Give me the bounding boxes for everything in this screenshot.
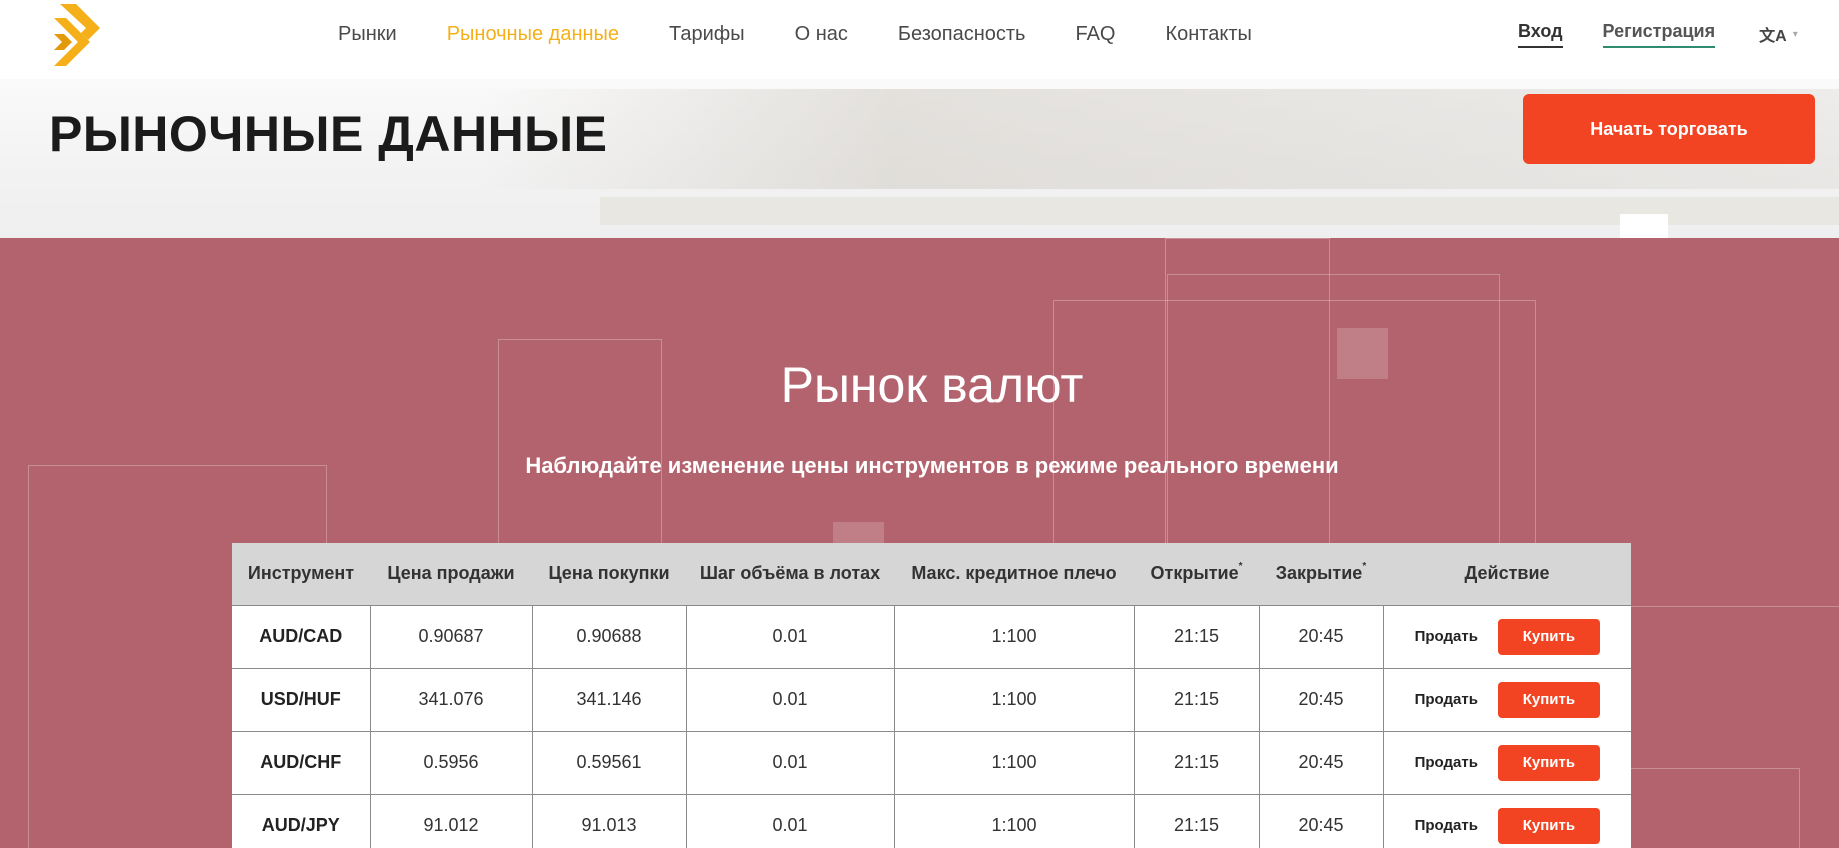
column-header-ask[interactable]: Цена покупки xyxy=(532,543,686,605)
decorative-frame xyxy=(1600,606,1839,848)
column-header-open-label: Открытие xyxy=(1150,563,1239,584)
ask-price-cell: 341.146 xyxy=(532,668,687,732)
auth-area: Вход Регистрация 文A ▾ xyxy=(1518,0,1798,68)
leverage-cell: 1:100 xyxy=(894,668,1135,732)
open-time-cell: 21:15 xyxy=(1134,731,1260,795)
column-header-instrument[interactable]: Инструмент xyxy=(232,543,370,605)
bid-price-cell: 91.012 xyxy=(370,794,533,848)
table-row: USD/HUF 341.076 341.146 0.01 1:100 21:15… xyxy=(232,668,1631,732)
sell-button[interactable]: Продать xyxy=(1415,691,1478,708)
register-link[interactable]: Регистрация xyxy=(1602,21,1716,48)
buy-button[interactable]: Купить xyxy=(1497,807,1600,844)
column-header-lot-step[interactable]: Шаг объёма в лотах xyxy=(686,543,894,605)
close-time-cell: 20:45 xyxy=(1259,794,1384,848)
column-header-leverage[interactable]: Макс. кредитное плечо xyxy=(894,543,1134,605)
column-header-open[interactable]: Открытие* xyxy=(1134,543,1259,605)
nav-link-contacts[interactable]: Контакты xyxy=(1165,23,1251,46)
main-nav: Рынки Рыночные данные Тарифы О нас Безоп… xyxy=(338,0,1252,68)
sell-button[interactable]: Продать xyxy=(1415,754,1478,771)
buy-button[interactable]: Купить xyxy=(1497,744,1600,781)
nav-link-markets[interactable]: Рынки xyxy=(338,23,397,46)
open-time-cell: 21:15 xyxy=(1134,794,1260,848)
page-title: РЫНОЧНЫЕ ДАННЫЕ xyxy=(49,106,608,162)
bid-price-cell: 0.90687 xyxy=(370,604,533,669)
action-cell: Продать Купить xyxy=(1383,604,1631,669)
lot-step-cell: 0.01 xyxy=(686,668,895,732)
table-row: AUD/JPY 91.012 91.013 0.01 1:100 21:15 2… xyxy=(232,794,1631,848)
translate-icon: 文A xyxy=(1759,28,1787,45)
lot-step-cell: 0.01 xyxy=(686,794,895,848)
nav-link-about[interactable]: О нас xyxy=(795,23,848,46)
close-time-cell: 20:45 xyxy=(1259,731,1384,795)
ask-price-cell: 0.59561 xyxy=(532,731,687,795)
buy-button[interactable]: Купить xyxy=(1497,681,1600,718)
market-data-table: Инструмент Цена продажи Цена покупки Шаг… xyxy=(232,543,1631,848)
instrument-cell: USD/HUF xyxy=(232,668,371,732)
hero-background-shape xyxy=(1620,214,1668,238)
nav-link-faq[interactable]: FAQ xyxy=(1075,23,1115,46)
action-cell: Продать Купить xyxy=(1383,794,1631,848)
login-link[interactable]: Вход xyxy=(1518,21,1563,48)
start-trading-button[interactable]: Начать торговать xyxy=(1523,94,1815,164)
close-time-cell: 20:45 xyxy=(1259,604,1384,669)
open-time-cell: 21:15 xyxy=(1134,604,1260,669)
close-time-cell: 20:45 xyxy=(1259,668,1384,732)
ask-price-cell: 0.90688 xyxy=(532,604,687,669)
footnote-mark: * xyxy=(1238,561,1243,573)
table-row: AUD/CHF 0.5956 0.59561 0.01 1:100 21:15 … xyxy=(232,731,1631,795)
nav-link-security[interactable]: Безопасность xyxy=(898,23,1026,46)
action-cell: Продать Купить xyxy=(1383,731,1631,795)
lot-step-cell: 0.01 xyxy=(686,731,895,795)
open-time-cell: 21:15 xyxy=(1134,668,1260,732)
leverage-cell: 1:100 xyxy=(894,731,1135,795)
nav-link-market-data[interactable]: Рыночные данные xyxy=(447,23,619,46)
currency-market-section: Рынок валют Наблюдайте изменение цены ин… xyxy=(0,238,1839,848)
leverage-cell: 1:100 xyxy=(894,794,1135,848)
column-header-close[interactable]: Закрытие* xyxy=(1259,543,1383,605)
leverage-cell: 1:100 xyxy=(894,604,1135,669)
language-switcher[interactable]: 文A ▾ xyxy=(1759,22,1798,46)
table-header-row: Инструмент Цена продажи Цена покупки Шаг… xyxy=(232,543,1631,605)
instrument-cell: AUD/CHF xyxy=(232,731,371,795)
lot-step-cell: 0.01 xyxy=(686,604,895,669)
instrument-cell: AUD/CAD xyxy=(232,604,371,669)
top-navbar: Рынки Рыночные данные Тарифы О нас Безоп… xyxy=(0,0,1839,79)
ask-price-cell: 91.013 xyxy=(532,794,687,848)
chevron-down-icon: ▾ xyxy=(1792,28,1798,40)
sell-button[interactable]: Продать xyxy=(1415,817,1478,834)
action-cell: Продать Купить xyxy=(1383,668,1631,732)
section-title: Рынок валют xyxy=(780,357,1084,413)
logo-icon[interactable] xyxy=(50,4,108,66)
column-header-action: Действие xyxy=(1464,563,1550,584)
column-header-bid[interactable]: Цена продажи xyxy=(370,543,532,605)
bid-price-cell: 0.5956 xyxy=(370,731,533,795)
hero-banner: РЫНОЧНЫЕ ДАННЫЕ Начать торговать xyxy=(0,79,1839,238)
nav-link-tariffs[interactable]: Тарифы xyxy=(669,23,745,46)
sell-button[interactable]: Продать xyxy=(1415,628,1478,645)
instrument-cell: AUD/JPY xyxy=(232,794,371,848)
footnote-mark: * xyxy=(1362,561,1367,573)
table-row: AUD/CAD 0.90687 0.90688 0.01 1:100 21:15… xyxy=(232,604,1631,669)
buy-button[interactable]: Купить xyxy=(1497,618,1600,655)
column-header-close-label: Закрытие xyxy=(1275,563,1363,584)
market-data-table-container: Инструмент Цена продажи Цена покупки Шаг… xyxy=(232,543,1631,848)
bid-price-cell: 341.076 xyxy=(370,668,533,732)
section-subtitle: Наблюдайте изменение цены инструментов в… xyxy=(525,453,1339,478)
